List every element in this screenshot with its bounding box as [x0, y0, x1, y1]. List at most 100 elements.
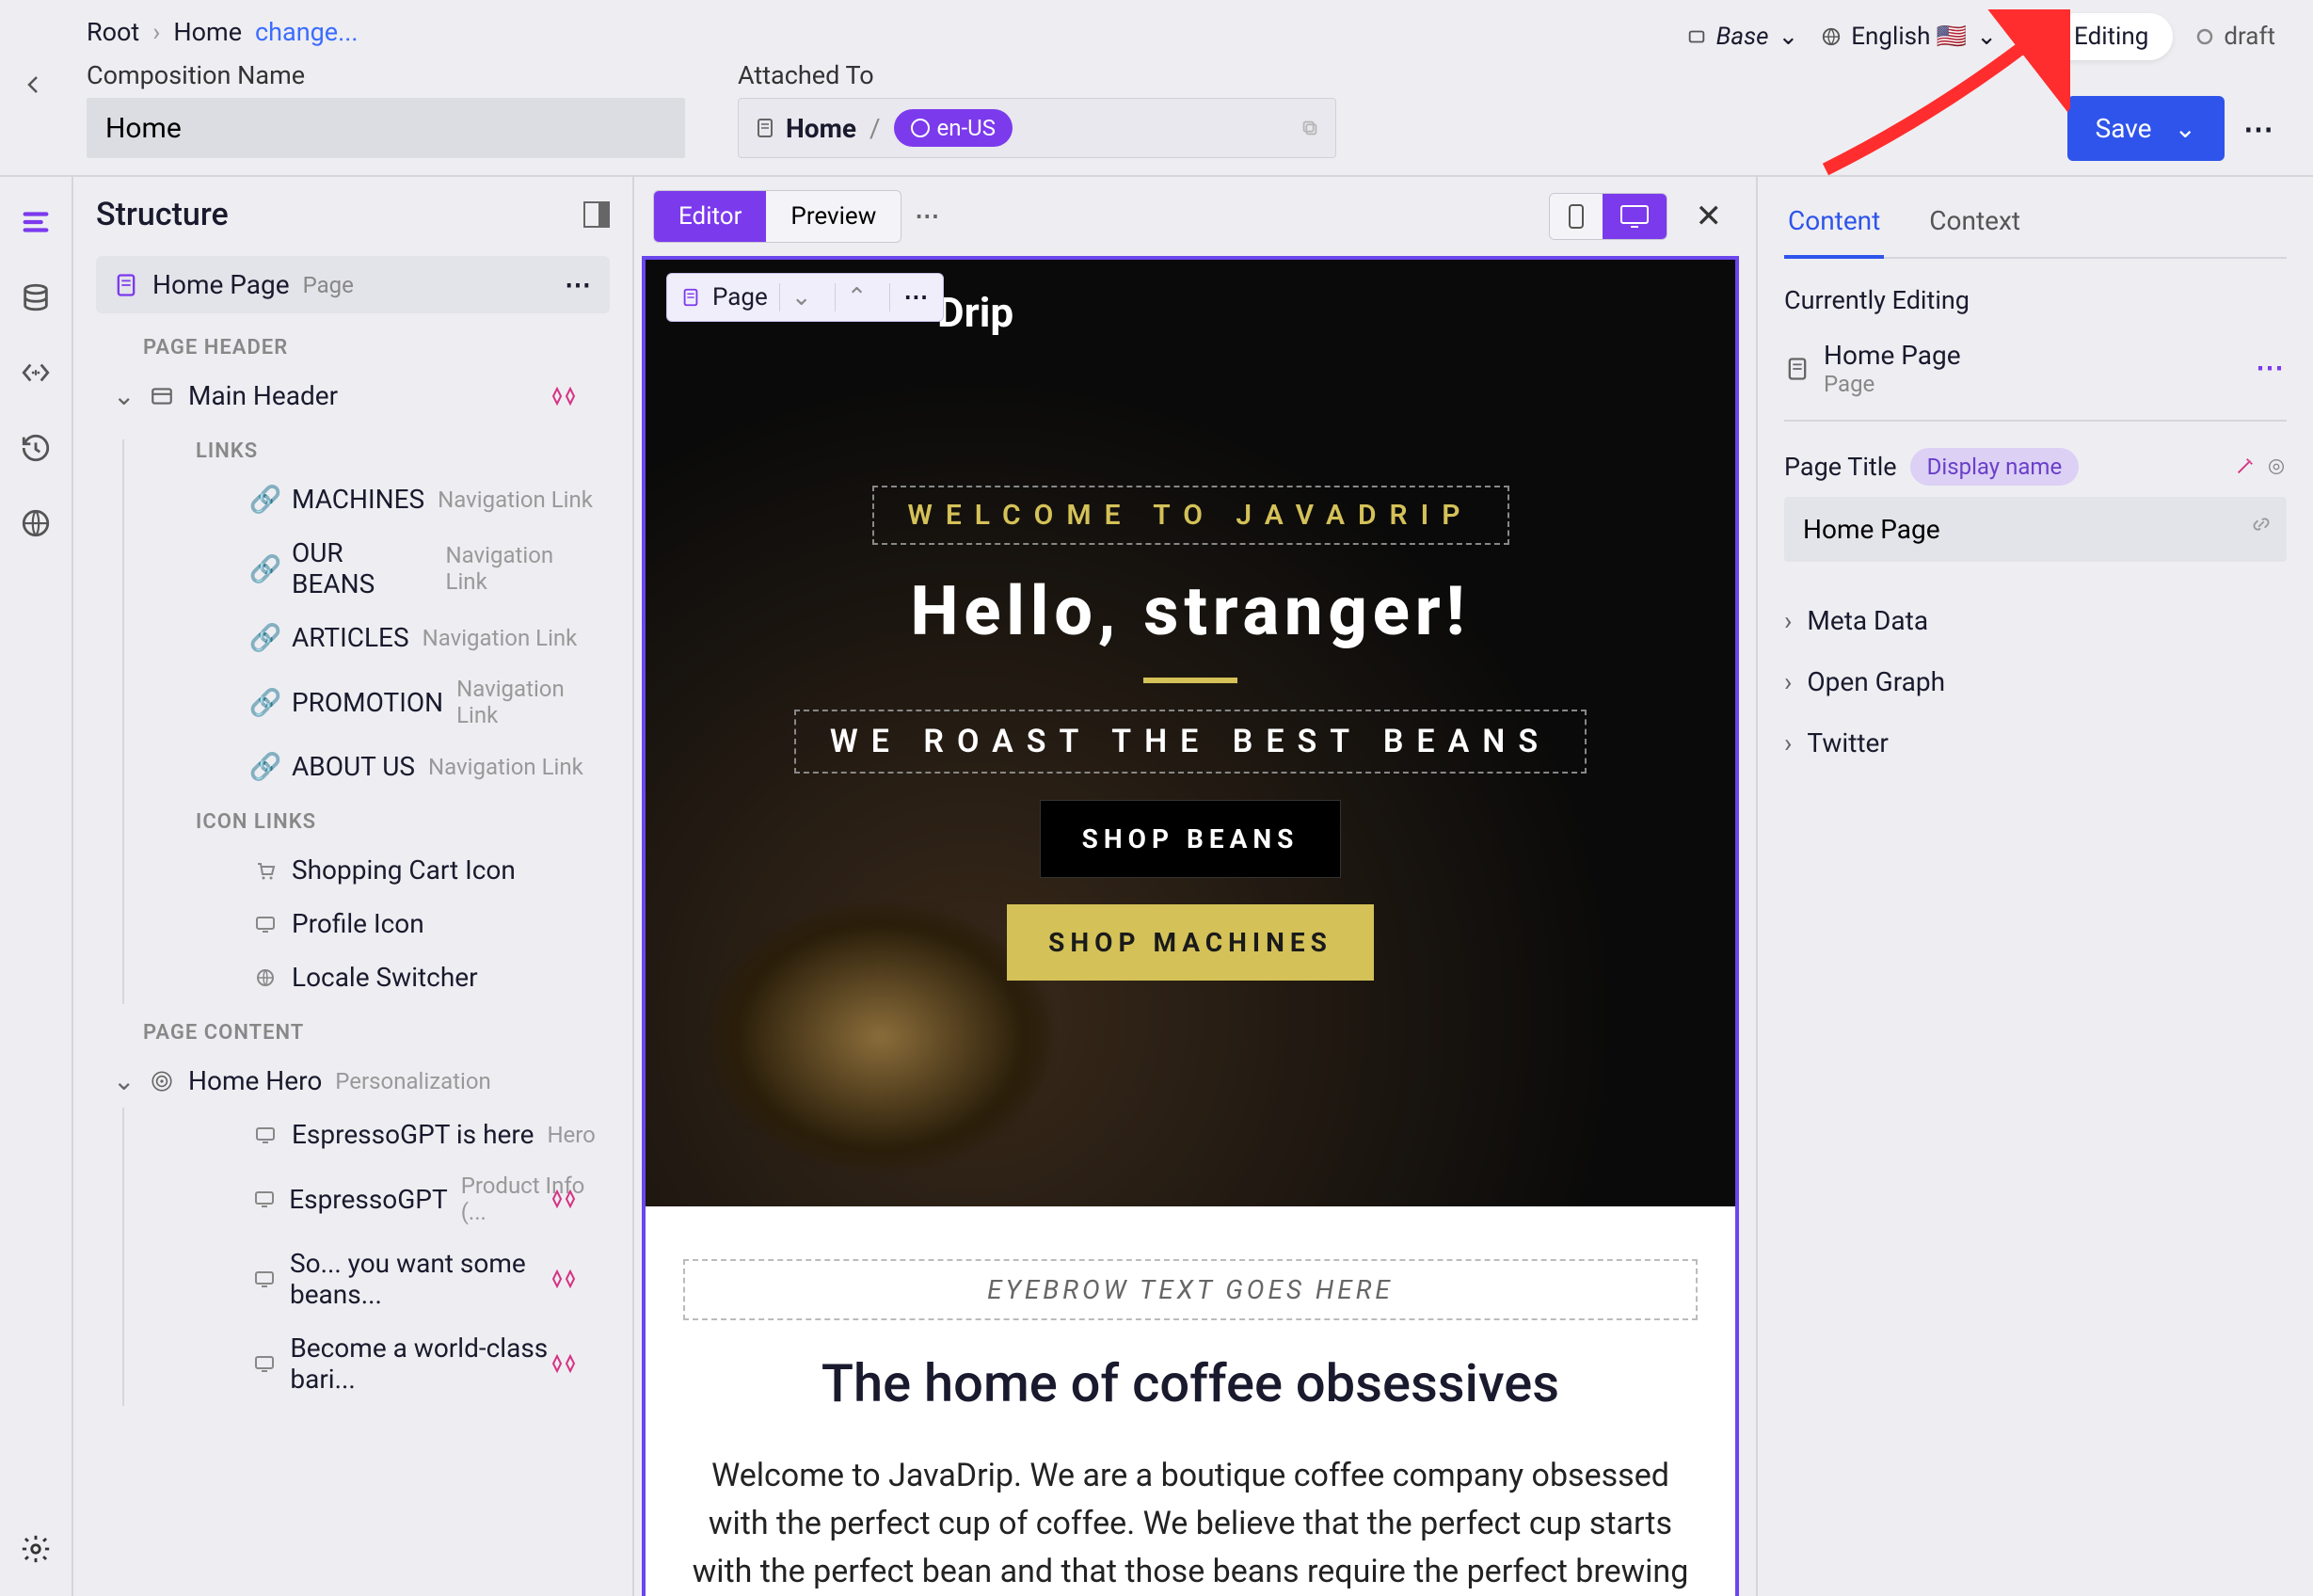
globe-icon [1821, 26, 1842, 47]
child-type: Hero [547, 1122, 595, 1148]
child-name: EspressoGPT is here [292, 1119, 534, 1150]
shop-beans-button[interactable]: SHOP BEANS [1040, 800, 1342, 878]
hero-subtitle[interactable]: WE ROAST THE BEST BEANS [794, 710, 1587, 774]
slash-separator: / [869, 113, 881, 144]
editing-label: Editing [2074, 23, 2148, 51]
context-tab[interactable]: Context [1925, 196, 2024, 259]
hero-title[interactable]: Hello, stranger! [911, 571, 1471, 651]
tree-home-hero[interactable]: ⌄ Home Hero Personalization [96, 1054, 610, 1108]
tree-link-promotion[interactable]: 🔗PROMOTIONNavigation Link [181, 664, 610, 740]
close-canvas-button[interactable]: ✕ [1681, 198, 1738, 235]
page-tab-menu[interactable]: ⋯ [889, 283, 930, 311]
tree-hero-child-2[interactable]: So... you want some beans... [181, 1237, 610, 1321]
breadcrumb-change-link[interactable]: change... [255, 17, 358, 47]
section-eyebrow[interactable]: EYEBROW TEXT GOES HERE [683, 1259, 1698, 1320]
circle-icon [2195, 27, 2214, 46]
shop-machines-button[interactable]: SHOP MACHINES [1007, 904, 1374, 981]
chevron-down-icon[interactable]: ⌄ [113, 380, 136, 411]
section-title[interactable]: The home of coffee obsessives [683, 1352, 1698, 1414]
desktop-device-button[interactable] [1603, 194, 1667, 239]
canvas-panel: Editor Preview ⋯ ✕ Page ⌄ ⌃ [634, 177, 1758, 1596]
page-title-label: Page Title [1784, 452, 1897, 482]
chevron-down-icon: ⌄ [1976, 23, 1997, 51]
editor-tab[interactable]: Editor [654, 191, 766, 242]
content-section[interactable]: EYEBROW TEXT GOES HERE The home of coffe… [646, 1206, 1735, 1596]
home-hero-label: Home Hero [188, 1065, 322, 1096]
tree-icon-profile[interactable]: Profile Icon [181, 897, 610, 950]
mobile-device-button[interactable] [1550, 194, 1603, 239]
hero-section[interactable]: Page ⌄ ⌃ ⋯ Drip WELCOME TO JAVADRIP Hell… [646, 260, 1735, 1206]
properties-panel: Content Context Currently Editing Home P… [1758, 177, 2313, 1596]
content-tab[interactable]: Content [1784, 196, 1884, 259]
icon-link-name: Locale Switcher [292, 962, 478, 993]
tree-link-ourbeans[interactable]: 🔗OUR BEANSNavigation Link [181, 526, 610, 611]
base-label: Base [1716, 23, 1769, 51]
section-icon-links: ICON LINKS [196, 810, 610, 834]
structure-rail-icon[interactable] [17, 203, 55, 241]
save-button[interactable]: Save ⌄ [2067, 96, 2225, 161]
copy-icon[interactable] [1300, 118, 1320, 138]
globe-rail-icon[interactable] [17, 504, 55, 542]
page-title-input[interactable] [1784, 497, 2287, 562]
tree-link-articles[interactable]: 🔗ARTICLESNavigation Link [181, 611, 610, 664]
tree-icon-cart[interactable]: Shopping Cart Icon [181, 843, 610, 897]
unlink-icon[interactable] [2251, 514, 2272, 535]
more-menu-button[interactable]: ⋯ [2243, 111, 2275, 147]
attached-to-box[interactable]: Home / en-US [738, 98, 1336, 158]
hero-divider [1143, 678, 1237, 683]
tree-hero-child-0[interactable]: EspressoGPT is here Hero [181, 1108, 610, 1161]
history-rail-icon[interactable] [17, 429, 55, 467]
preview-tab[interactable]: Preview [766, 191, 901, 242]
cart-icon [252, 859, 279, 882]
accordion-twitter[interactable]: ›Twitter [1784, 712, 2287, 774]
target-icon[interactable] [2266, 456, 2287, 477]
brand-text: Drip [937, 288, 1013, 337]
accordion-metadata[interactable]: › Meta Data [1784, 590, 2287, 651]
tree-icon-locale[interactable]: Locale Switcher [181, 950, 610, 1004]
hero-eyebrow[interactable]: WELCOME TO JAVADRIP [872, 486, 1509, 545]
page-icon [680, 287, 701, 308]
tree-link-aboutus[interactable]: 🔗ABOUT USNavigation Link [181, 740, 610, 793]
monitor-icon [252, 1352, 277, 1375]
layout-toggle-icon[interactable] [583, 201, 610, 228]
breadcrumb-root[interactable]: Root [87, 17, 139, 47]
tree-hero-child-1[interactable]: EspressoGPTProduct Info (... [181, 1161, 610, 1237]
collapse-panel-button[interactable] [23, 73, 45, 96]
link-icon: 🔗 [252, 553, 279, 584]
chevron-down-icon[interactable]: ⌄ [113, 1065, 136, 1096]
magic-wand-icon[interactable] [2234, 456, 2255, 477]
page-chip[interactable]: Home Page Page ⋯ [96, 256, 610, 313]
accordion-label: Meta Data [1807, 605, 1928, 636]
settings-rail-icon[interactable] [17, 1530, 55, 1568]
language-selector[interactable]: English 🇺🇸 ⌄ [1821, 23, 1997, 51]
tree-main-header[interactable]: ⌄ Main Header [96, 369, 610, 423]
chevron-right-icon: › [1784, 605, 1792, 636]
tree-hero-child-3[interactable]: Become a world-class bari... [181, 1321, 610, 1406]
editing-mode-pill[interactable]: Editing [2019, 13, 2173, 60]
page-chip-menu[interactable]: ⋯ [565, 269, 593, 300]
breadcrumb-home[interactable]: Home [173, 17, 242, 47]
currently-editing-label: Currently Editing [1784, 285, 2287, 315]
base-selector[interactable]: Base ⌄ [1686, 23, 1799, 51]
toolbar-more-button[interactable]: ⋯ [915, 202, 941, 231]
language-label: English 🇺🇸 [1851, 23, 1967, 51]
attached-to-label: Attached To [738, 60, 1336, 90]
accordion-label: Open Graph [1807, 666, 1945, 697]
tree-link-machines[interactable]: 🔗MACHINESNavigation Link [181, 472, 610, 526]
section-body[interactable]: Welcome to JavaDrip. We are a boutique c… [683, 1452, 1698, 1596]
page-tab-label: Page [712, 283, 768, 311]
locale-chip[interactable]: en-US [894, 109, 1013, 147]
child-name: EspressoGPT [289, 1184, 447, 1215]
page-floating-tab[interactable]: Page ⌄ ⌃ ⋯ [666, 273, 944, 322]
link-type: Navigation Link [446, 542, 600, 595]
current-menu-button[interactable]: ⋯ [2256, 352, 2287, 385]
monitor-icon [252, 913, 279, 935]
link-icon: 🔗 [252, 687, 279, 718]
code-rail-icon[interactable] [17, 354, 55, 391]
section-page-content: PAGE CONTENT [143, 1021, 610, 1045]
composition-name-input[interactable] [87, 98, 685, 158]
data-rail-icon[interactable] [17, 279, 55, 316]
chevron-down-icon[interactable]: ⌄ [779, 283, 823, 311]
accordion-opengraph[interactable]: ›Open Graph [1784, 651, 2287, 712]
chevron-up-icon[interactable]: ⌃ [835, 283, 879, 311]
